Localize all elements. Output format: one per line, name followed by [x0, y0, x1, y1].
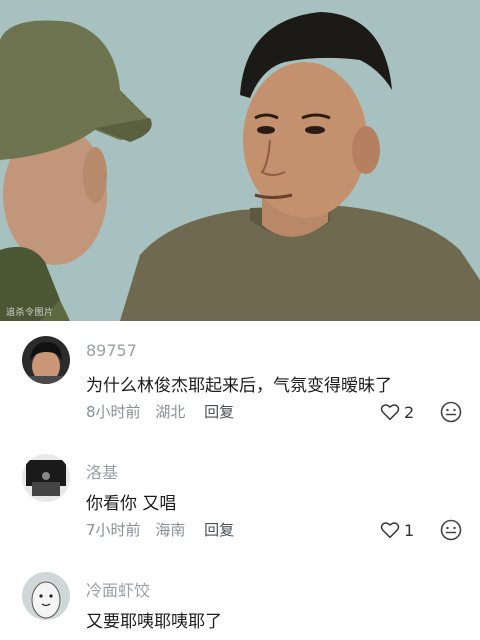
comment-meta: 7小时前 海南 回复 — [86, 519, 244, 540]
heart-outline-icon — [380, 404, 400, 421]
comment-username[interactable]: 洛基 — [86, 459, 118, 483]
comment-list: 89757 为什么林俊杰耶起来后，气氛变得暧昧了 8小时前 湖北 回复 2 洛基… — [0, 321, 480, 640]
comment-username[interactable]: 89757 — [86, 341, 137, 360]
smiley-face-icon — [440, 401, 462, 423]
video-watermark: 追杀令图片 — [6, 308, 54, 318]
video-frame[interactable]: 追杀令图片 — [0, 0, 480, 321]
like-button[interactable]: 2 — [380, 401, 414, 423]
comment-text: 又要耶咦耶咦耶了 — [86, 612, 222, 632]
user-avatar[interactable] — [22, 454, 70, 502]
comment-text: 为什么林俊杰耶起来后，气氛变得暧昧了 — [86, 376, 392, 396]
user-avatar[interactable] — [22, 336, 70, 384]
like-count: 1 — [404, 520, 415, 540]
react-button[interactable] — [440, 401, 462, 423]
user-avatar[interactable] — [22, 572, 70, 620]
like-button[interactable]: 1 — [380, 519, 414, 541]
smiley-face-icon — [440, 519, 462, 541]
heart-outline-icon — [380, 522, 400, 539]
reply-button[interactable]: 回复 — [204, 403, 234, 421]
react-button[interactable] — [440, 519, 462, 541]
comment-username[interactable]: 冷面虾饺 — [86, 577, 150, 601]
comment-time: 7小时前 — [86, 521, 141, 539]
comment-location: 海南 — [155, 521, 186, 539]
video-scene-illustration — [0, 0, 480, 321]
comment-location: 湖北 — [155, 403, 186, 421]
like-count: 2 — [404, 402, 415, 422]
comment-time: 8小时前 — [86, 403, 141, 421]
comment-meta: 8小时前 湖北 回复 — [86, 401, 244, 422]
comment-text: 你看你 又唱 — [86, 494, 177, 514]
reply-button[interactable]: 回复 — [204, 521, 234, 539]
